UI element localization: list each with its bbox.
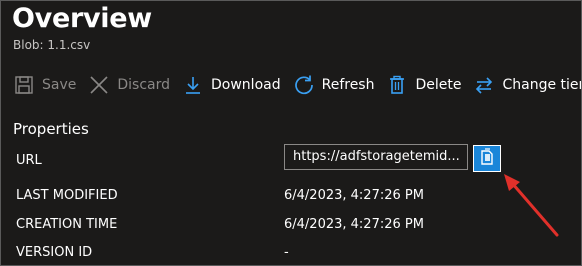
overview-panel: Overview Blob: 1.1.csv Save Discard Down… <box>0 0 582 266</box>
change-tier-label: Change tier <box>502 77 582 93</box>
copy-to-clipboard-button[interactable] <box>473 145 501 172</box>
refresh-button[interactable]: Refresh <box>293 74 375 96</box>
delete-button[interactable]: Delete <box>386 74 461 96</box>
version-id-label: VERSION ID <box>16 245 93 260</box>
version-id-value: - <box>284 245 289 260</box>
save-label: Save <box>42 77 77 93</box>
delete-icon <box>386 74 408 96</box>
save-button[interactable]: Save <box>13 74 76 96</box>
download-icon <box>182 74 204 96</box>
delete-label: Delete <box>415 77 462 93</box>
discard-icon <box>88 74 110 96</box>
last-modified-label: LAST MODIFIED <box>16 188 118 203</box>
change-tier-icon <box>473 74 495 96</box>
properties-heading: Properties <box>13 120 89 138</box>
url-label: URL <box>16 153 42 168</box>
last-modified-value: 6/4/2023, 4:27:26 PM <box>284 188 424 203</box>
creation-time-label: CREATION TIME <box>16 217 118 232</box>
copy-icon <box>478 147 496 170</box>
download-label: Download <box>211 77 281 93</box>
url-field[interactable]: https://adfstoragetemid... <box>284 144 468 170</box>
save-icon <box>13 74 35 96</box>
refresh-label: Refresh <box>321 77 375 93</box>
discard-label: Discard <box>117 77 171 93</box>
change-tier-button[interactable]: Change tier <box>473 74 582 96</box>
download-button[interactable]: Download <box>182 74 281 96</box>
page-title: Overview <box>12 3 152 34</box>
blob-subtitle: Blob: 1.1.csv <box>13 38 91 52</box>
discard-button[interactable]: Discard <box>88 74 170 96</box>
creation-time-value: 6/4/2023, 4:27:26 PM <box>284 217 424 232</box>
refresh-icon <box>293 74 315 96</box>
toolbar: Save Discard Download Refresh Delete Cha… <box>13 71 582 99</box>
